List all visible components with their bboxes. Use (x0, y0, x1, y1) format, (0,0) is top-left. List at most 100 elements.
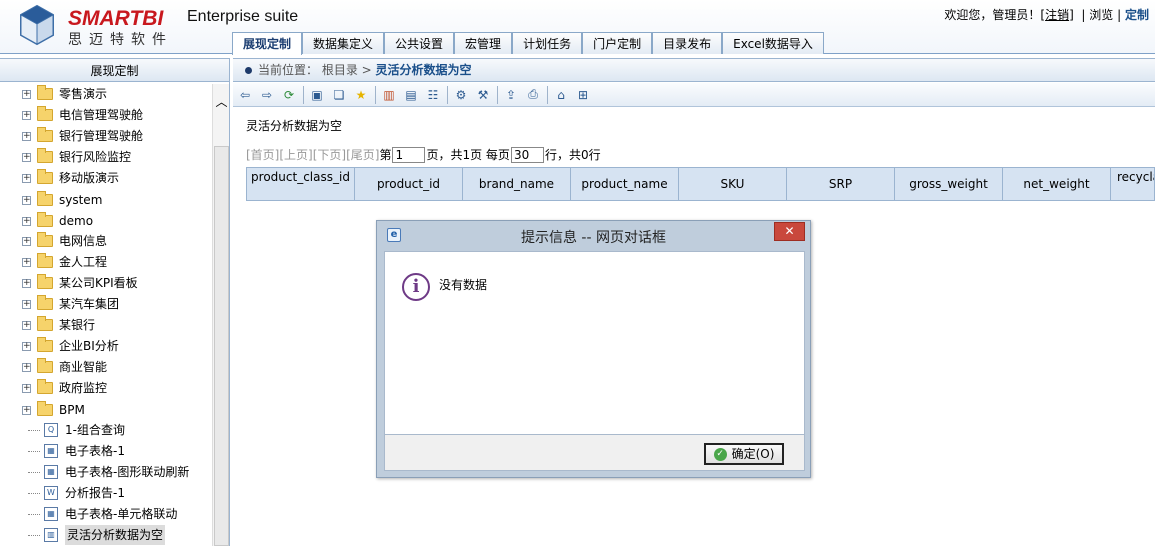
tab-excel-import[interactable]: Excel数据导入 (722, 32, 824, 54)
column-header[interactable]: recyclable_package (1111, 168, 1155, 200)
column-header[interactable]: product_name (571, 168, 679, 200)
tree-folder[interactable]: + 某公司KPI看板 (22, 273, 138, 293)
settings-icon[interactable]: ⚙ (452, 86, 470, 104)
column-header[interactable]: SKU (679, 168, 787, 200)
resource-tree: + 零售演示 + 电信管理驾驶舱 + 银行管理驾驶舱 + 银行风险监控 + 移动版演示 +… (0, 84, 212, 546)
tree-leaf-selected[interactable]: ▥ 灵活分析数据为空 (28, 525, 166, 545)
parameters-icon[interactable]: ⚒ (474, 86, 492, 104)
expand-icon[interactable]: + (22, 173, 31, 183)
columns-icon[interactable]: ▤ (402, 86, 420, 104)
tree-folder[interactable]: + 政府监控 (22, 378, 107, 398)
tree-folder[interactable]: + 某汽车集团 (22, 294, 119, 314)
expand-icon[interactable]: + (22, 257, 31, 267)
column-header[interactable]: brand_name (463, 168, 571, 200)
ok-button[interactable]: ✓ 确定(O) (704, 443, 784, 465)
expand-icon[interactable]: + (22, 152, 31, 162)
export-icon[interactable]: ⇪ (502, 86, 520, 104)
report-title: 灵活分析数据为空 (246, 119, 343, 133)
tab-dataset[interactable]: 数据集定义 (302, 32, 385, 54)
dialog-titlebar[interactable]: e 提示信息 -- 网页对话框 ✕ (377, 221, 810, 251)
tree-folder[interactable]: + 金人工程 (22, 252, 107, 272)
tree-folder[interactable]: + BPM (22, 400, 85, 420)
tree-leaf[interactable]: ▦ 电子表格-单元格联动 (28, 504, 177, 524)
tab-public-settings[interactable]: 公共设置 (384, 32, 455, 54)
close-icon[interactable]: ✕ (774, 222, 805, 241)
expand-icon[interactable]: + (22, 89, 31, 99)
tree-leaf[interactable]: W 分析报告-1 (28, 483, 125, 503)
pager-nav[interactable]: [首页][上页][下页][尾页] (246, 146, 379, 163)
tree-leaf[interactable]: ▦ 电子表格-图形联动刷新 (28, 462, 189, 482)
expand-icon[interactable]: + (22, 110, 31, 120)
tree-folder[interactable]: + 电网信息 (22, 231, 107, 251)
tree-folder[interactable]: + 企业BI分析 (22, 336, 119, 356)
pager: [首页][上页][下页][尾页] 第 页，共1页 每页 行，共0行 (246, 146, 601, 163)
tree-leaf[interactable]: Q 1-组合查询 (28, 420, 125, 440)
customize-link[interactable]: 定制 (1125, 8, 1149, 22)
back-icon[interactable]: ⇦ (236, 86, 254, 104)
sidebar-scrollbar[interactable]: ︿ (212, 84, 229, 546)
expand-icon[interactable]: + (22, 216, 31, 226)
column-header[interactable]: SRP (787, 168, 895, 200)
folder-icon (37, 191, 53, 206)
tree-folder[interactable]: + 银行风险监控 (22, 147, 131, 167)
tree-folder[interactable]: + 商业智能 (22, 357, 107, 377)
column-header[interactable]: gross_weight (895, 168, 1003, 200)
rows-per-page-input[interactable] (510, 146, 544, 163)
tab-catalog-publish[interactable]: 目录发布 (652, 32, 723, 54)
save-icon[interactable]: ▣ (308, 86, 326, 104)
logout-link[interactable]: 注销 (1045, 8, 1069, 22)
chart-icon[interactable]: ▥ (380, 86, 398, 104)
sidebar-title: 展现定制 (0, 58, 229, 82)
filter-icon[interactable]: ☷ (424, 86, 442, 104)
expand-icon[interactable]: + (22, 278, 31, 288)
tree-leaf[interactable]: ▦ 电子表格-1 (28, 441, 125, 461)
column-header[interactable]: product_class_id (247, 168, 355, 200)
tree-folder[interactable]: + 移动版演示 (22, 168, 119, 188)
page-number-input[interactable] (392, 146, 426, 163)
tree-folder[interactable]: + 银行管理驾驶舱 (22, 126, 143, 146)
tree-folder[interactable]: + 电信管理驾驶舱 (22, 105, 143, 125)
print-icon[interactable]: ⎙ (524, 86, 542, 104)
spreadsheet-icon: ▦ (44, 444, 58, 458)
favorite-icon[interactable]: ★ (352, 86, 370, 104)
dialog-footer: ✓ 确定(O) (384, 435, 805, 471)
bullet-icon (245, 67, 252, 74)
expand-icon[interactable]: + (22, 236, 31, 246)
folder-icon (37, 212, 53, 227)
home-icon[interactable]: ⌂ (552, 86, 570, 104)
expand-icon[interactable]: + (22, 383, 31, 393)
tab-portal[interactable]: 门户定制 (582, 32, 653, 54)
expand-icon[interactable]: + (22, 195, 31, 205)
scroll-up-icon[interactable]: ︿ (213, 94, 230, 110)
browse-link[interactable]: 浏览 (1089, 8, 1113, 22)
forward-icon[interactable]: ⇨ (258, 86, 276, 104)
column-header[interactable]: net_weight (1003, 168, 1111, 200)
folder-icon (37, 106, 53, 121)
tab-macro[interactable]: 宏管理 (454, 32, 513, 54)
scroll-thumb[interactable] (214, 146, 229, 546)
breadcrumb: 当前位置： 根目录 > 灵活分析数据为空 (233, 58, 1155, 82)
folder-icon (37, 358, 53, 373)
refresh-icon[interactable]: ⟳ (280, 86, 298, 104)
info-icon: i (402, 273, 430, 301)
tab-scheduled-tasks[interactable]: 计划任务 (512, 32, 583, 54)
check-icon: ✓ (713, 447, 727, 461)
tree-folder[interactable]: + 零售演示 (22, 84, 107, 104)
expand-icon[interactable]: + (22, 320, 31, 330)
tree-folder[interactable]: + demo (22, 211, 93, 231)
tree-folder[interactable]: + system (22, 190, 102, 210)
layout-icon[interactable]: ⊞ (574, 86, 592, 104)
expand-icon[interactable]: + (22, 341, 31, 351)
expand-icon[interactable]: + (22, 362, 31, 372)
expand-icon[interactable]: + (22, 405, 31, 415)
tree-folder[interactable]: + 某银行 (22, 315, 95, 335)
breadcrumb-root[interactable]: 根目录 > (322, 63, 372, 77)
column-header[interactable]: product_id (355, 168, 463, 200)
brand-cn: 思迈特软件 (68, 32, 173, 48)
save-as-icon[interactable]: ❏ (330, 86, 348, 104)
welcome-text: 欢迎您，管理员！[ (944, 8, 1046, 22)
expand-icon[interactable]: + (22, 299, 31, 309)
tab-presentation[interactable]: 展现定制 (232, 32, 303, 55)
word-report-icon: W (44, 486, 58, 500)
expand-icon[interactable]: + (22, 131, 31, 141)
